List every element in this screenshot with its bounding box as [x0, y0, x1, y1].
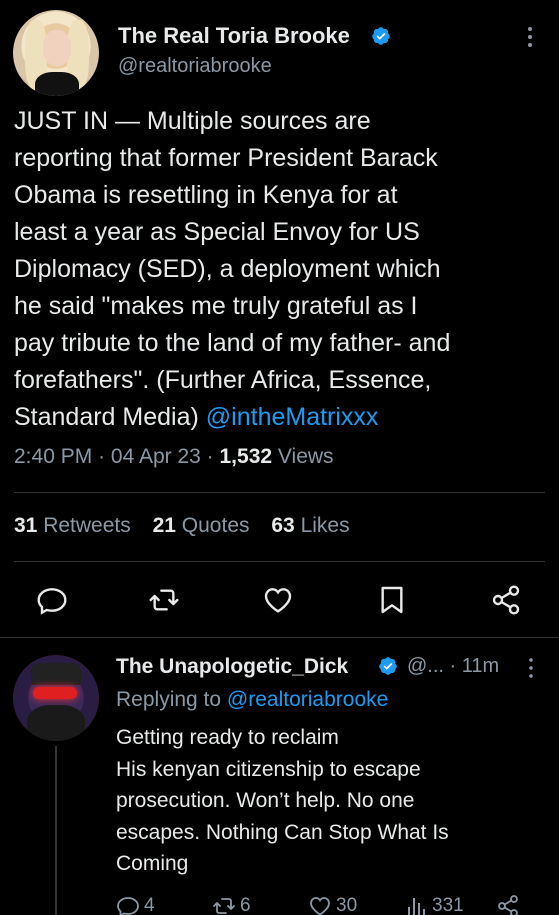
tweet-text-line: Obama is resettling in Kenya for at — [14, 181, 398, 209]
share-icon — [498, 895, 518, 915]
reply-like-button[interactable]: 30 — [308, 895, 357, 915]
views-count: 1,532 — [219, 445, 273, 468]
retweet-icon — [149, 589, 179, 611]
mention-link[interactable]: @intheMatrixxx — [206, 403, 379, 431]
reply-text-line: Coming — [116, 852, 189, 875]
reply-reply-button[interactable]: 4 — [116, 895, 155, 915]
reply-views-button[interactable]: 331 — [404, 895, 464, 915]
tweet-text: JUST IN — Multiple sources are reporting… — [14, 103, 549, 436]
reply-text-line: Getting ready to reclaim — [116, 726, 339, 749]
like-count: 30 — [336, 895, 358, 915]
bookmark-icon — [381, 586, 403, 614]
like-icon — [264, 588, 292, 613]
views-count: 331 — [432, 895, 464, 915]
divider — [0, 637, 559, 638]
likes-stat[interactable]: 63 Likes — [271, 514, 349, 537]
verified-badge-icon — [379, 657, 397, 675]
quotes-count: 21 — [152, 514, 176, 537]
tweet-text-line: pay tribute to the land of my father- an… — [14, 329, 451, 357]
engagement-stats: 31 Retweets 21 Quotes 63 Likes — [14, 514, 366, 538]
tweet-text-line: JUST IN — Multiple sources are — [14, 107, 371, 135]
separator: · — [98, 445, 106, 468]
author-name[interactable]: The Real Toria Brooke — [118, 23, 350, 49]
bookmark-button[interactable] — [376, 584, 408, 616]
replying-prefix: Replying to — [116, 688, 222, 711]
tweet-text-line: Standard Media) — [14, 403, 199, 431]
tweet-text-line: he said "makes me truly grateful as I — [14, 292, 418, 320]
reply-text-line: escapes. Nothing Can Stop What Is — [116, 820, 449, 844]
divider — [14, 561, 545, 562]
reply-button[interactable] — [36, 584, 68, 616]
reply-author-avatar[interactable] — [13, 655, 99, 741]
separator: · — [449, 655, 457, 677]
retweets-label: Retweets — [43, 514, 131, 537]
reply-text-line: His kenyan citizenship to escape — [116, 757, 421, 781]
more-options-icon[interactable] — [522, 656, 540, 680]
like-button[interactable] — [262, 584, 294, 616]
reply-icon — [117, 897, 139, 915]
reply-icon — [37, 588, 67, 615]
more-options-icon[interactable] — [520, 24, 540, 50]
retweet-icon — [213, 898, 235, 914]
views-chart-icon — [408, 898, 425, 915]
like-icon — [310, 897, 330, 915]
reply-author-name[interactable]: The Unapologetic_Dick — [116, 655, 348, 679]
retweet-button[interactable] — [148, 584, 180, 616]
tweet-text-line: least a year as Special Envoy for US — [14, 218, 420, 246]
share-icon — [492, 585, 520, 615]
tweet-text-line-last: Standard Media) @intheMatrixxx — [14, 399, 549, 436]
share-button[interactable] — [490, 584, 522, 616]
reply-share-button[interactable] — [496, 895, 524, 915]
replying-to: Replying to @realtoriabrooke — [116, 688, 388, 712]
author-avatar[interactable] — [13, 10, 99, 96]
likes-label: Likes — [300, 514, 350, 537]
tweet-text-line: reporting that former President Barack — [14, 144, 438, 172]
tweet-time: 2:40 PM — [14, 445, 93, 468]
separator: · — [206, 445, 214, 468]
retweet-count: 6 — [240, 895, 251, 915]
reply-text: Getting ready to reclaim His kenyan citi… — [116, 722, 536, 880]
tweet-text-line: forefathers". (Further Africa, Essence, — [14, 366, 432, 394]
reply-author-handle[interactable]: @... — [407, 655, 444, 677]
tweet-text-line: Diplomacy (SED), a deployment which — [14, 255, 441, 283]
reply-text-line: prosecution. Won’t help. No one — [116, 789, 415, 812]
replying-to-mention[interactable]: @realtoriabrooke — [227, 688, 388, 711]
retweets-count: 31 — [14, 514, 38, 537]
verified-badge-icon — [372, 27, 390, 45]
quotes-label: Quotes — [181, 514, 250, 537]
thread-line — [55, 746, 57, 915]
reply-handle-time: @... · 11m — [407, 655, 499, 678]
tweet-meta: 2:40 PM · 04 Apr 23 · 1,532 Views — [14, 445, 334, 469]
views-label: Views — [277, 445, 334, 468]
retweets-stat[interactable]: 31 Retweets — [14, 514, 131, 537]
reply-count: 4 — [144, 895, 155, 915]
likes-count: 63 — [271, 514, 295, 537]
quotes-stat[interactable]: 21 Quotes — [153, 514, 250, 537]
reply-retweet-button[interactable]: 6 — [212, 895, 251, 915]
reply-time: 11m — [461, 655, 500, 677]
tweet-date: 04 Apr 23 — [110, 445, 201, 468]
divider — [14, 492, 545, 493]
author-handle[interactable]: @realtoriabrooke — [118, 55, 272, 78]
